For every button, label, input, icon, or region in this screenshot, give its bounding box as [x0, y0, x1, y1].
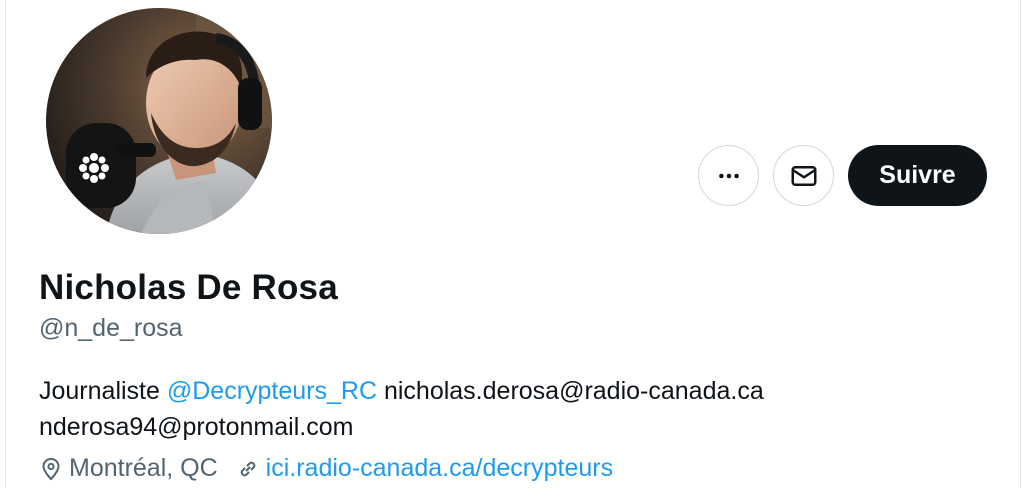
link-icon [240, 461, 255, 476]
follow-button[interactable]: Suivre [848, 145, 987, 206]
bio-email-secondary: nderosa94@protonmail.com [39, 413, 354, 441]
website-item[interactable]: ici.radio-canada.ca/decrypteurs [236, 454, 613, 483]
location-pin-icon [42, 457, 60, 480]
website-link[interactable]: ici.radio-canada.ca/decrypteurs [266, 454, 613, 483]
profile-meta: Montréal, QC ici.radio-canada.ca/decrypt… [39, 454, 613, 483]
profile-card: Suivre Nicholas De Rosa @n_de_rosa Journ… [5, 0, 1021, 488]
profile-name: Nicholas De Rosa [39, 268, 338, 307]
bio-text: Journaliste [39, 377, 167, 405]
avatar-photo [46, 8, 272, 234]
location-text: Montréal, QC [69, 454, 218, 482]
avatar-image [46, 8, 272, 234]
profile-actions: Suivre [698, 145, 987, 206]
profile-bio: Journaliste @Decrypteurs_RC nicholas.der… [39, 373, 939, 445]
bio-email: nicholas.derosa@radio-canada.ca [377, 377, 764, 405]
more-dots-icon [718, 173, 739, 178]
avatar[interactable] [43, 5, 275, 237]
envelope-icon [791, 165, 816, 186]
more-button[interactable] [698, 145, 759, 206]
message-button[interactable] [773, 145, 834, 206]
profile-handle: @n_de_rosa [39, 314, 183, 342]
bio-mention-link[interactable]: @Decrypteurs_RC [167, 377, 377, 405]
location-item: Montréal, QC [39, 454, 218, 483]
